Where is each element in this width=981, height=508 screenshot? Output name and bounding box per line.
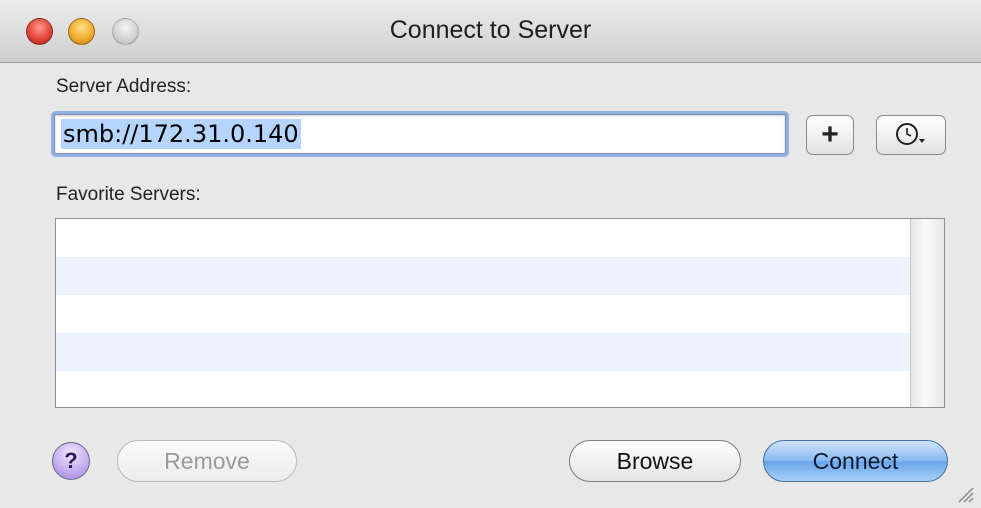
title-bar[interactable]: Connect to Server (0, 0, 981, 63)
recent-servers-button[interactable] (876, 115, 946, 155)
list-item[interactable] (56, 295, 911, 333)
help-button[interactable]: ? (52, 442, 90, 480)
list-item[interactable] (56, 333, 911, 371)
plus-icon: + (821, 118, 839, 151)
connect-to-server-window: Connect to Server Server Address: smb://… (0, 0, 981, 508)
server-address-input[interactable]: smb://172.31.0.140 (54, 114, 786, 154)
browse-button-label: Browse (616, 447, 694, 474)
connect-button-label: Connect (812, 447, 899, 474)
window-title: Connect to Server (389, 16, 592, 44)
vertical-scrollbar[interactable] (910, 219, 944, 407)
server-address-label: Server Address: (56, 76, 192, 97)
question-mark-icon: ? (64, 448, 78, 473)
resize-grip-icon[interactable] (953, 482, 975, 504)
favorite-servers-list[interactable] (55, 218, 945, 408)
list-item[interactable] (56, 257, 911, 295)
list-item[interactable] (56, 219, 911, 257)
favorite-servers-label: Favorite Servers: (56, 184, 201, 205)
remove-button-label: Remove (164, 447, 250, 474)
add-favorite-button[interactable]: + (806, 115, 854, 155)
server-address-value[interactable]: smb://172.31.0.140 (61, 119, 301, 149)
browse-button[interactable]: Browse (569, 440, 741, 482)
remove-button[interactable]: Remove (117, 440, 297, 482)
list-item[interactable] (56, 371, 911, 407)
recent-servers-clock-icon (896, 123, 925, 145)
connect-button[interactable]: Connect (763, 440, 948, 482)
